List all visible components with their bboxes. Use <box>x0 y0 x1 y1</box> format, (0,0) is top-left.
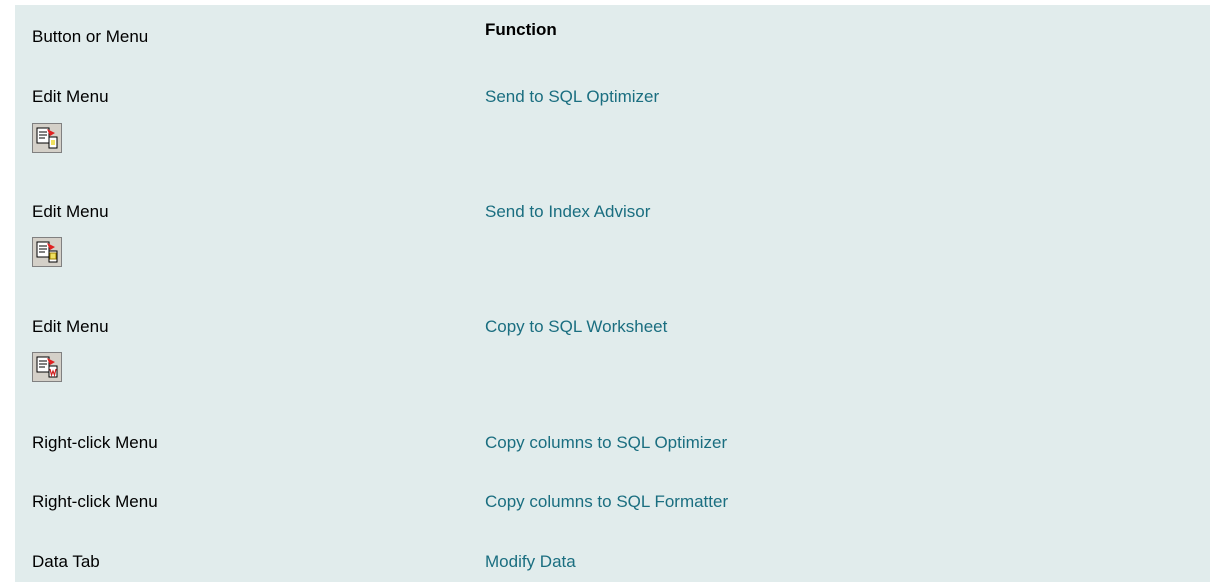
row-source: Edit Menu <box>32 87 109 106</box>
header-function: Function <box>485 20 557 39</box>
row-source: Edit Menu <box>32 202 109 221</box>
row-source: Right-click Menu <box>32 492 158 511</box>
function-link-copy-columns-to-sql-formatter[interactable]: Copy columns to SQL Formatter <box>485 492 728 512</box>
row-source: Right-click Menu <box>32 433 158 452</box>
function-link-send-to-sql-optimizer[interactable]: Send to SQL Optimizer <box>485 87 659 107</box>
function-link-copy-columns-to-sql-optimizer[interactable]: Copy columns to SQL Optimizer <box>485 433 727 453</box>
copy-to-sql-worksheet-icon[interactable] <box>32 352 62 382</box>
send-to-index-advisor-icon[interactable] <box>32 237 62 267</box>
send-to-sql-optimizer-icon[interactable] <box>32 123 62 153</box>
function-link-modify-data[interactable]: Modify Data <box>485 552 576 572</box>
function-link-send-to-index-advisor[interactable]: Send to Index Advisor <box>485 202 650 222</box>
row-source: Data Tab <box>32 552 100 571</box>
functions-table: Button or Menu Function Edit Menu Send t… <box>15 5 1210 582</box>
header-button-or-menu: Button or Menu <box>32 27 149 46</box>
row-source: Edit Menu <box>32 317 109 336</box>
function-link-copy-to-sql-worksheet[interactable]: Copy to SQL Worksheet <box>485 317 667 337</box>
